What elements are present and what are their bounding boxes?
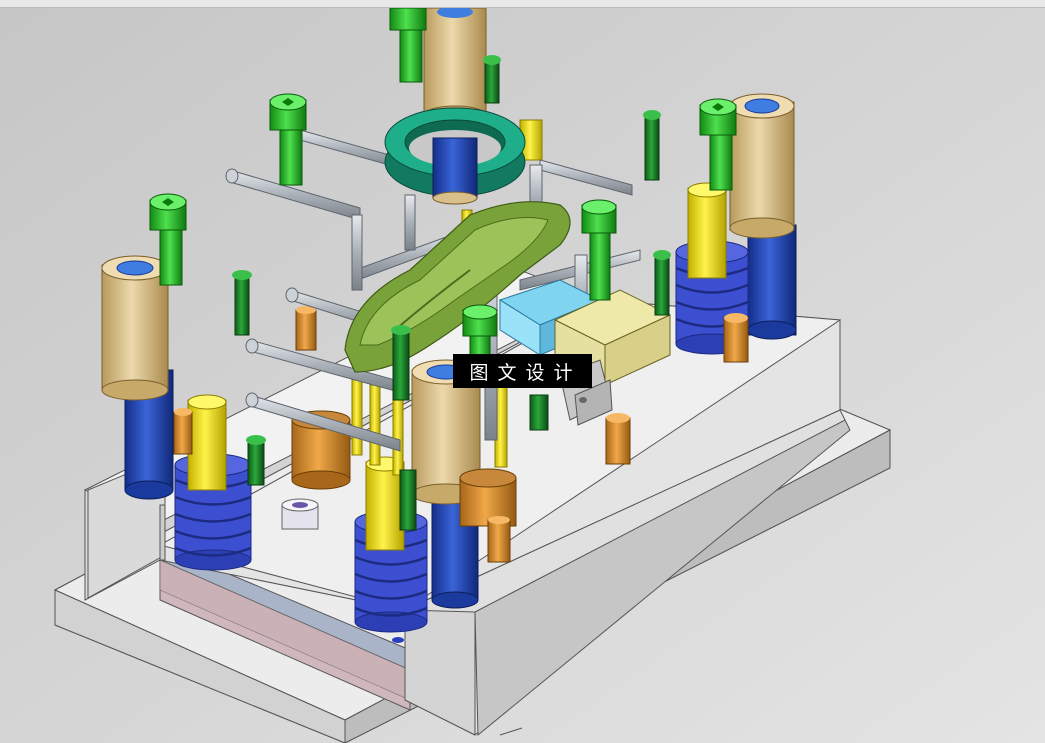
blue-nub: [392, 637, 404, 643]
overlay-label: 图文设计: [453, 354, 592, 388]
screw-dark-2: [246, 435, 266, 486]
screw-dark-8: [529, 394, 549, 431]
screw-dark-5: [653, 250, 671, 316]
screw-dark-6: [391, 325, 411, 401]
screw-dark-3: [483, 55, 501, 104]
screw-dark-7: [399, 469, 417, 531]
screw-dark-1: [232, 270, 252, 336]
window-top-strip: [0, 0, 1045, 8]
screw-dark-4: [643, 110, 661, 181]
bushing-white[interactable]: [281, 498, 319, 530]
stop-block-brown-2[interactable]: [459, 468, 517, 527]
